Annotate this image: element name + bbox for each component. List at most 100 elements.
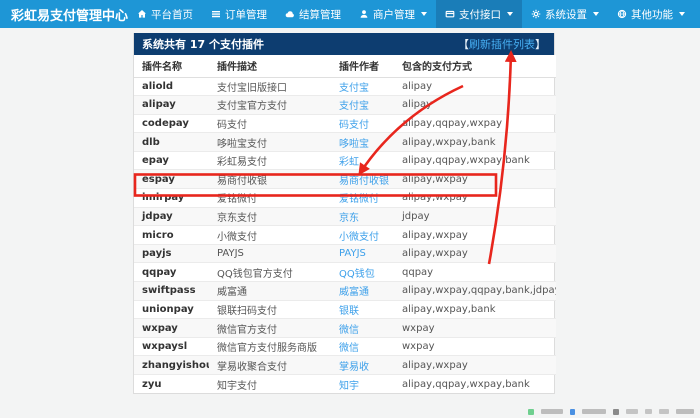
globe-icon bbox=[617, 9, 627, 19]
plugin-methods: qqpay bbox=[394, 263, 556, 282]
list-icon bbox=[211, 9, 221, 19]
plugin-author-cell: 支付宝 bbox=[331, 77, 394, 96]
plugin-author-link[interactable]: QQ钱包 bbox=[339, 269, 375, 280]
nav-item-label: 其他功能 bbox=[631, 7, 673, 22]
table-row-zyu: zyu知宇支付知宇 alipay,qqpay,wxpay,bank bbox=[134, 375, 556, 394]
plugin-author-link[interactable]: 支付宝 bbox=[339, 83, 369, 94]
plugin-author-link[interactable]: PAYJS bbox=[339, 248, 366, 259]
toolbar-glyph bbox=[541, 409, 563, 414]
plugin-description: PAYJS bbox=[209, 244, 331, 263]
plugin-methods: alipay,wxpay,bank bbox=[394, 133, 556, 152]
plugin-name: wxpay bbox=[134, 319, 209, 338]
table-row-swiftpass: swiftpass威富通威富通alipay,wxpay,qqpay,bank,j… bbox=[134, 282, 556, 301]
plugin-author-link[interactable]: 彩虹 bbox=[339, 157, 359, 168]
column-header: 插件描述 bbox=[209, 55, 331, 77]
plugin-name: payjs bbox=[134, 244, 209, 263]
green-icon[interactable] bbox=[528, 409, 534, 415]
blue-icon[interactable] bbox=[570, 409, 575, 415]
plugin-name: unionpay bbox=[134, 300, 209, 319]
plugin-description: 微信官方支付 bbox=[209, 319, 331, 338]
nav-item-merchants[interactable]: 商户管理 bbox=[350, 0, 436, 28]
plugin-author-link[interactable]: 微信 bbox=[339, 343, 359, 354]
nav-item-other[interactable]: 其他功能 bbox=[608, 0, 694, 28]
plugin-name: epay bbox=[134, 151, 209, 170]
plugin-name: aliold bbox=[134, 77, 209, 96]
plugin-description: 京东支付 bbox=[209, 207, 331, 226]
plugin-author-link[interactable]: 爱铭微付 bbox=[339, 194, 379, 205]
nav-item-label: 结算管理 bbox=[299, 7, 341, 22]
credit-card-icon bbox=[445, 9, 455, 19]
column-header: 包含的支付方式 bbox=[394, 55, 556, 77]
plugin-author-cell: 微信 bbox=[331, 319, 394, 338]
plugin-name: imirpay bbox=[134, 189, 209, 208]
panel-header: 系统共有 17 个支付插件 【刷新插件列表】 bbox=[134, 33, 554, 55]
plugin-author-link[interactable]: 小微支付 bbox=[339, 232, 379, 243]
plugin-author-link[interactable]: 支付宝 bbox=[339, 101, 369, 112]
plugin-author-link[interactable]: 掌易收 bbox=[339, 362, 369, 373]
plugin-methods: wxpay bbox=[394, 337, 556, 356]
nav-item-home[interactable]: 平台首页 bbox=[128, 0, 202, 28]
plugin-author-cell: 哆啦宝 bbox=[331, 133, 394, 152]
plugin-author-link[interactable]: 哆啦宝 bbox=[339, 139, 369, 150]
plugin-methods: alipay,wxpay bbox=[394, 356, 556, 375]
nav-item-logout[interactable]: 退出登录 bbox=[694, 0, 700, 28]
top-navbar: 彩虹易支付管理中心 平台首页订单管理 结算管理 商户管理 支付接口 系统设置 其他功能 退出… bbox=[0, 0, 700, 28]
plugin-description: 威富通 bbox=[209, 282, 331, 301]
plugin-name: zhangyishou bbox=[134, 356, 209, 375]
column-header: 插件名称 bbox=[134, 55, 209, 77]
nav-item-settlement[interactable]: 结算管理 bbox=[276, 0, 350, 28]
chevron-down-icon bbox=[593, 12, 599, 16]
plugins-panel: 系统共有 17 个支付插件 【刷新插件列表】 插件名称插件描述插件作者包含的支付… bbox=[133, 33, 555, 394]
plugin-name: dlb bbox=[134, 133, 209, 152]
plugin-author-link[interactable]: 银联 bbox=[339, 306, 359, 317]
refresh-link-label: 刷新插件列表 bbox=[469, 38, 535, 51]
plugin-author-cell: 易商付收银 bbox=[331, 170, 394, 189]
nav-item-pay-api[interactable]: 支付接口 bbox=[436, 0, 522, 28]
plugin-methods: alipay,qqpay,wxpay,bank bbox=[394, 375, 556, 394]
plugin-name: codepay bbox=[134, 114, 209, 133]
nav-item-orders[interactable]: 订单管理 bbox=[202, 0, 276, 28]
nav-item-label: 系统设置 bbox=[545, 7, 587, 22]
table-row-wxpay: wxpay微信官方支付微信wxpay bbox=[134, 319, 556, 338]
brand-title: 彩虹易支付管理中心 bbox=[0, 0, 128, 28]
plugin-description: 知宇支付 bbox=[209, 375, 331, 394]
dark-icon[interactable] bbox=[613, 409, 619, 415]
table-row-micro: micro小微支付小微支付alipay,wxpay bbox=[134, 226, 556, 245]
plugin-author-link[interactable]: 京东 bbox=[339, 213, 359, 224]
plugin-methods: alipay,wxpay bbox=[394, 170, 556, 189]
nav-item-settings[interactable]: 系统设置 bbox=[522, 0, 608, 28]
plugin-author-cell: 支付宝 bbox=[331, 96, 394, 115]
plugin-description: 掌易收聚合支付 bbox=[209, 356, 331, 375]
nav-item-label: 商户管理 bbox=[373, 7, 415, 22]
plugin-author-cell: 威富通 bbox=[331, 282, 394, 301]
plugin-description: QQ钱包官方支付 bbox=[209, 263, 331, 282]
toolbar-glyph bbox=[645, 409, 652, 414]
plugin-author-cell: 掌易收 bbox=[331, 356, 394, 375]
plugin-name: micro bbox=[134, 226, 209, 245]
plugin-author-link[interactable]: 知宇 bbox=[339, 381, 359, 392]
plugin-author-cell: 京东 bbox=[331, 207, 394, 226]
refresh-plugins-link[interactable]: 【刷新插件列表】 bbox=[458, 36, 546, 52]
plugins-table: 插件名称插件描述插件作者包含的支付方式 aliold支付宝旧版接口支付宝alip… bbox=[134, 55, 556, 393]
plugin-author-link[interactable]: 威富通 bbox=[339, 287, 369, 298]
plugin-description: 彩虹易支付 bbox=[209, 151, 331, 170]
plugin-author-link[interactable]: 易商付收银 bbox=[339, 176, 389, 187]
plugin-author-cell: PAYJS bbox=[331, 244, 394, 263]
plugin-methods: alipay,qqpay,wxpay bbox=[394, 114, 556, 133]
plugin-description: 微信官方支付服务商版 bbox=[209, 337, 331, 356]
plugin-name: swiftpass bbox=[134, 282, 209, 301]
chevron-down-icon bbox=[507, 12, 513, 16]
panel-title: 系统共有 17 个支付插件 bbox=[142, 36, 264, 52]
nav-item-label: 平台首页 bbox=[151, 7, 193, 22]
gear-icon bbox=[531, 9, 541, 19]
cloud-icon bbox=[285, 9, 295, 19]
plugin-description: 小微支付 bbox=[209, 226, 331, 245]
table-row-dlb: dlb哆啦宝支付哆啦宝alipay,wxpay,bank bbox=[134, 133, 556, 152]
plugin-name: zyu bbox=[134, 375, 209, 394]
plugin-author-link[interactable]: 码支付 bbox=[339, 120, 369, 131]
table-row-jdpay: jdpay京东支付京东jdpay bbox=[134, 207, 556, 226]
plugin-author-cell: 知宇 bbox=[331, 375, 394, 394]
table-row-alipay: alipay支付宝官方支付支付宝alipay bbox=[134, 96, 556, 115]
plugin-author-link[interactable]: 微信 bbox=[339, 325, 359, 336]
plugin-description: 支付宝官方支付 bbox=[209, 96, 331, 115]
